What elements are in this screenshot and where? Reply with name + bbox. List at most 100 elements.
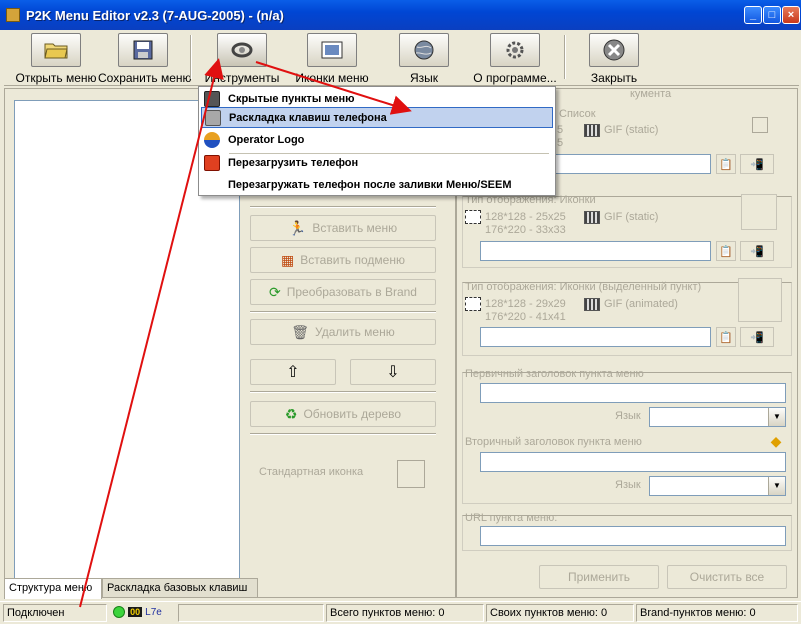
secondary-title-label: Вторичный заголовок пункта меню <box>465 436 642 448</box>
open-menu-label: Открыть меню <box>15 71 97 85</box>
icons-sel-gif-animated: GIF (animated) <box>604 298 678 310</box>
language-label: Язык <box>409 71 439 85</box>
status-empty <box>178 604 324 622</box>
resolution-icon <box>465 210 481 224</box>
browse-file-button[interactable]: 📋 <box>716 327 736 347</box>
toolbar: Открыть меню Сохранить меню Инструменты … <box>4 31 799 86</box>
apply-button[interactable]: Применить <box>539 565 659 589</box>
icons-preview-box <box>741 194 777 230</box>
insert-submenu-label: Вставить подменю <box>300 253 405 267</box>
secondary-lang-label: Язык <box>615 479 641 491</box>
icons-dim1: 128*128 - 25x25 <box>485 211 566 223</box>
phone-transfer-icon: 📲 <box>750 331 764 344</box>
send-phone-button[interactable]: 📲 <box>740 241 774 261</box>
refresh-tree-button[interactable]: ♻ Обновить дерево <box>250 401 436 427</box>
tools-dropdown-menu: Скрытые пункты меню Раскладка клавиш тел… <box>198 86 556 196</box>
status-bar: Подключен 00 L7e Всего пунктов меню: 0 С… <box>0 601 801 624</box>
gif-icon <box>584 211 600 224</box>
folder-open-icon <box>31 33 81 67</box>
tools-button[interactable]: Инструменты <box>200 31 284 85</box>
icons-path-field[interactable] <box>480 241 711 261</box>
about-label: О программе... <box>473 71 557 85</box>
insert-submenu-button[interactable]: ▦ Вставить подменю <box>250 247 436 273</box>
list-type-label: Список <box>559 108 596 120</box>
icons-gif-static: GIF (static) <box>604 211 659 223</box>
chevron-down-icon: ▼ <box>768 477 785 495</box>
browse-file-button[interactable]: 📋 <box>716 241 736 261</box>
primary-lang-label: Язык <box>615 410 641 422</box>
close-circle-icon <box>589 33 639 67</box>
list-dim2: 5 <box>557 137 564 149</box>
menu-item-hidden-items[interactable]: Скрытые пункты меню <box>201 88 553 109</box>
secondary-title-field[interactable] <box>480 452 786 472</box>
separator <box>250 391 436 393</box>
file-icon: 📋 <box>719 331 733 344</box>
gear-icon <box>490 33 540 67</box>
status-own-items: Своих пунктов меню: 0 <box>486 604 634 622</box>
menu-item-operator-logo[interactable]: Operator Logo <box>201 129 553 150</box>
send-phone-button[interactable]: 📲 <box>740 327 774 347</box>
icons-picture-icon <box>307 33 357 67</box>
insert-menu-button[interactable]: 🏃 Вставить меню <box>250 215 436 241</box>
maximize-button[interactable]: □ <box>763 6 781 24</box>
list-dim1: 5 <box>557 124 564 136</box>
reboot-icon <box>204 154 220 171</box>
menu-item-label: Перезагружать телефон после заливки Меню… <box>228 178 512 191</box>
minimize-button[interactable]: _ <box>744 6 762 24</box>
close-window-button[interactable]: × <box>782 6 800 24</box>
menu-item-reboot-after-flash[interactable]: Перезагружать телефон после заливки Меню… <box>201 174 553 195</box>
url-label: URL пункта меню: <box>465 512 558 524</box>
convert-brand-label: Преобразовать в Brand <box>286 285 417 299</box>
open-menu-button[interactable]: Открыть меню <box>10 31 102 85</box>
file-icon: 📋 <box>719 245 733 258</box>
delete-menu-label: Удалить меню <box>315 325 395 339</box>
move-up-button[interactable]: ⇧ <box>250 359 336 385</box>
status-connection: Подключен <box>3 604 107 622</box>
separator <box>250 433 436 435</box>
primary-title-field[interactable] <box>480 383 786 403</box>
browse-file-button[interactable]: 📋 <box>716 154 736 174</box>
chevron-down-icon: ▼ <box>768 408 785 426</box>
menu-icons-button[interactable]: Иконки меню <box>290 31 374 85</box>
save-menu-button[interactable]: Сохранить меню <box>98 31 192 85</box>
refresh-tree-icon: ♻ <box>284 405 298 422</box>
toolbar-separator <box>190 35 192 79</box>
close-app-button[interactable]: Закрыть <box>572 31 656 85</box>
standard-icon-preview <box>397 460 425 488</box>
send-phone-button[interactable]: 📲 <box>740 154 774 174</box>
about-button[interactable]: О программе... <box>472 31 558 85</box>
swap-titles-icon[interactable]: ◆ <box>766 431 786 451</box>
tab-base-key-layout[interactable]: Раскладка базовых клавиш <box>102 578 258 598</box>
resolution-icon <box>465 297 481 311</box>
menu-item-label: Перезагрузить телефон <box>228 156 359 169</box>
separator <box>250 311 436 313</box>
arrow-down-icon: ⇩ <box>386 364 400 381</box>
file-icon: 📋 <box>719 158 733 171</box>
status-total-items: Всего пунктов меню: 0 <box>326 604 484 622</box>
convert-brand-button[interactable]: ⟳ Преобразовать в Brand <box>250 279 436 305</box>
language-button[interactable]: Язык <box>382 31 466 85</box>
arrow-up-icon: ⇧ <box>286 364 300 381</box>
standard-icon-label: Стандартная иконка <box>259 466 364 478</box>
status-phone-info: 00 L7e <box>110 604 174 622</box>
hidden-items-icon <box>204 90 220 107</box>
icons-dim2: 176*220 - 33x33 <box>485 224 566 236</box>
tools-icon <box>217 33 267 67</box>
delete-menu-button[interactable]: 🗑 Удалить меню <box>250 319 436 345</box>
status-brand-items: Brand-пунктов меню: 0 <box>636 604 798 622</box>
menu-item-keypad-layout[interactable]: Раскладка клавиш телефона <box>201 107 553 128</box>
move-down-button[interactable]: ⇩ <box>350 359 436 385</box>
clear-all-button[interactable]: Очистить все <box>667 565 787 589</box>
url-field[interactable] <box>480 526 786 546</box>
window-title: P2K Menu Editor v2.3 (7-AUG-2005) - (n/a… <box>26 8 284 23</box>
tab-menu-structure[interactable]: Структура меню <box>4 578 102 599</box>
secondary-lang-select[interactable]: ▼ <box>649 476 786 496</box>
globe-icon <box>399 33 449 67</box>
keypad-icon <box>205 109 221 126</box>
icons-sel-dim1: 128*128 - 29x29 <box>485 298 566 310</box>
gif-icon <box>584 298 600 311</box>
phone-badge: 00 <box>128 607 143 618</box>
menu-item-reboot-phone[interactable]: Перезагрузить телефон <box>201 152 553 173</box>
icons-selected-path-field[interactable] <box>480 327 711 347</box>
primary-lang-select[interactable]: ▼ <box>649 407 786 427</box>
